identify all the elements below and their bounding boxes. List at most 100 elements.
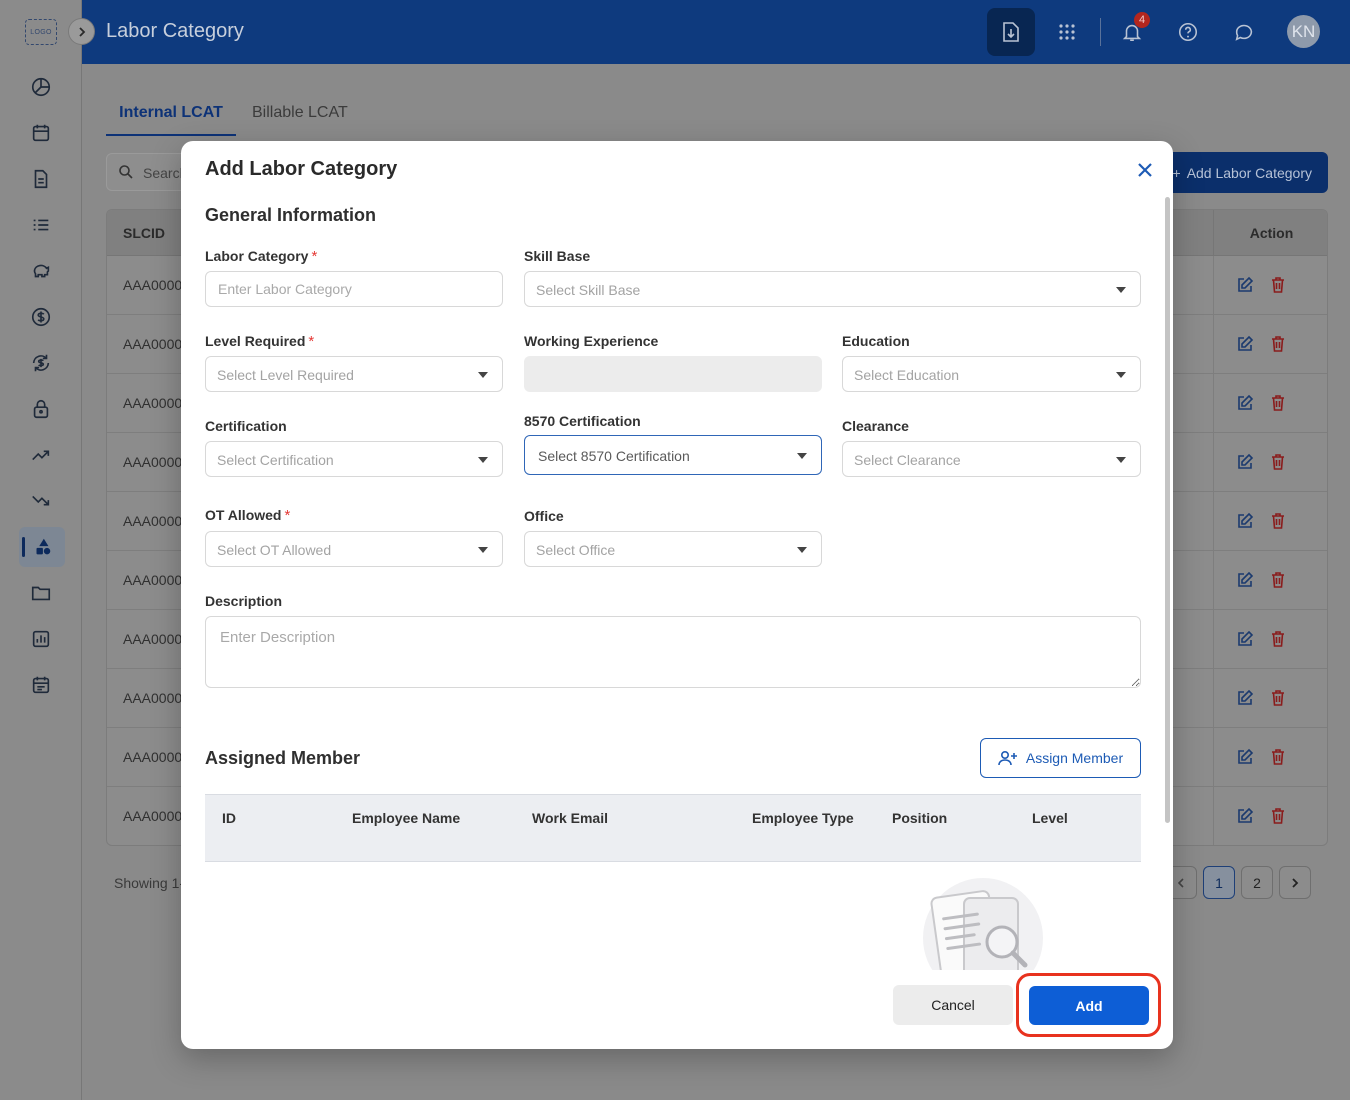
delete-icon[interactable] [1270, 335, 1286, 358]
modal-scrollbar[interactable] [1165, 197, 1170, 823]
delete-icon[interactable] [1270, 453, 1286, 476]
dashboard-icon[interactable] [24, 70, 58, 104]
piggy-bank-icon[interactable] [24, 254, 58, 288]
general-information-title: General Information [205, 205, 377, 225]
action-cell [1213, 492, 1327, 551]
edit-icon[interactable] [1236, 335, 1254, 358]
edit-icon[interactable] [1236, 394, 1254, 417]
clearance-select[interactable]: Select Clearance [842, 441, 1141, 477]
tab-billable-lcat[interactable]: Billable LCAT [252, 96, 348, 136]
modal-title: Add Labor Category [205, 158, 398, 180]
download-file-icon [1003, 22, 1019, 42]
action-cell [1213, 374, 1327, 433]
user-avatar[interactable]: KN [1287, 15, 1320, 48]
ot-allowed-select[interactable]: Select OT Allowed [205, 531, 503, 567]
page-title: Labor Category [106, 20, 244, 42]
delete-icon[interactable] [1270, 807, 1286, 830]
assign-member-button[interactable]: Assign Member [980, 738, 1141, 778]
edit-icon[interactable] [1236, 512, 1254, 535]
labor-category-input[interactable] [205, 271, 503, 307]
edit-icon[interactable] [1236, 571, 1254, 594]
column-header-work-email: Work Email [532, 810, 608, 826]
action-cell [1213, 610, 1327, 669]
edit-icon[interactable] [1236, 748, 1254, 771]
slcid-cell: AAA0000 [123, 749, 183, 765]
cert-8570-placeholder: Select 8570 Certification [538, 448, 690, 464]
chat-button[interactable] [1222, 10, 1266, 54]
ot-allowed-label: OT Allowed * [205, 507, 291, 524]
delete-icon[interactable] [1270, 689, 1286, 712]
delete-icon[interactable] [1270, 394, 1286, 417]
edit-icon[interactable] [1236, 630, 1254, 653]
add-labor-category-label: Add Labor Category [1186, 164, 1312, 181]
caret-down-icon [1116, 372, 1126, 378]
edit-icon[interactable] [1236, 453, 1254, 476]
page-2-button[interactable]: 2 [1241, 866, 1273, 899]
caret-down-icon [1116, 457, 1126, 463]
caret-down-icon [478, 547, 488, 553]
slcid-cell: AAA0000 [123, 454, 183, 470]
slcid-cell: AAA0000 [123, 336, 183, 352]
level-required-select[interactable]: Select Level Required [205, 356, 503, 392]
close-button[interactable] [1132, 157, 1158, 183]
certification-label: Certification [205, 418, 287, 434]
edit-icon[interactable] [1236, 276, 1254, 299]
education-select[interactable]: Select Education [842, 356, 1141, 392]
action-cell [1213, 669, 1327, 728]
action-cell [1213, 728, 1327, 787]
page-1-button[interactable]: 1 [1203, 866, 1235, 899]
cert-8570-label: 8570 Certification [524, 413, 641, 429]
next-page-button[interactable] [1279, 866, 1311, 899]
trend-up-icon[interactable] [24, 438, 58, 472]
lock-icon[interactable] [24, 392, 58, 426]
delete-icon[interactable] [1270, 512, 1286, 535]
slcid-cell: AAA0000 [123, 395, 183, 411]
cert-8570-select[interactable]: Select 8570 Certification [524, 435, 822, 475]
clearance-label: Clearance [842, 418, 909, 434]
column-header-level: Level [1032, 810, 1068, 826]
skill-base-select[interactable]: Select Skill Base [524, 271, 1141, 307]
schedule-icon[interactable] [24, 668, 58, 702]
folder-icon[interactable] [24, 576, 58, 610]
sidebar-toggle-button[interactable] [68, 18, 95, 45]
labor-category-icon[interactable] [19, 527, 65, 567]
slcid-cell: AAA0000 [123, 808, 183, 824]
cancel-button[interactable]: Cancel [893, 985, 1013, 1025]
description-textarea[interactable] [205, 616, 1141, 688]
action-cell [1213, 315, 1327, 374]
certification-placeholder: Select Certification [217, 452, 334, 468]
trend-down-icon[interactable] [24, 484, 58, 518]
add-user-icon [998, 750, 1017, 766]
dollar-icon[interactable] [24, 300, 58, 334]
delete-icon[interactable] [1270, 276, 1286, 299]
notifications-button[interactable]: 4 [1110, 10, 1154, 54]
edit-icon[interactable] [1236, 689, 1254, 712]
working-experience-field [524, 356, 822, 392]
apps-button[interactable] [1045, 10, 1089, 54]
currency-exchange-icon[interactable] [24, 346, 58, 380]
apps-grid-icon [1059, 24, 1075, 40]
delete-icon[interactable] [1270, 748, 1286, 771]
document-icon[interactable] [24, 162, 58, 196]
skill-base-placeholder: Select Skill Base [536, 282, 641, 298]
delete-icon[interactable] [1270, 630, 1286, 653]
delete-icon[interactable] [1270, 571, 1286, 594]
showing-text: Showing 1- [114, 875, 185, 891]
list-icon[interactable] [24, 208, 58, 242]
calendar-icon[interactable] [24, 116, 58, 150]
slcid-cell: AAA0000 [123, 513, 183, 529]
help-button[interactable] [1166, 10, 1210, 54]
certification-select[interactable]: Select Certification [205, 441, 503, 477]
download-button[interactable] [987, 8, 1035, 56]
assigned-member-title: Assigned Member [205, 748, 361, 768]
report-icon[interactable] [24, 622, 58, 656]
office-select[interactable]: Select Office [524, 531, 822, 567]
close-icon [1138, 163, 1152, 177]
action-cell [1213, 256, 1327, 315]
tab-internal-lcat[interactable]: Internal LCAT [106, 96, 236, 136]
column-header-id: ID [222, 810, 236, 826]
caret-down-icon [797, 453, 807, 459]
edit-icon[interactable] [1236, 807, 1254, 830]
office-placeholder: Select Office [536, 542, 616, 558]
add-labor-category-button[interactable]: + Add Labor Category [1152, 152, 1328, 193]
